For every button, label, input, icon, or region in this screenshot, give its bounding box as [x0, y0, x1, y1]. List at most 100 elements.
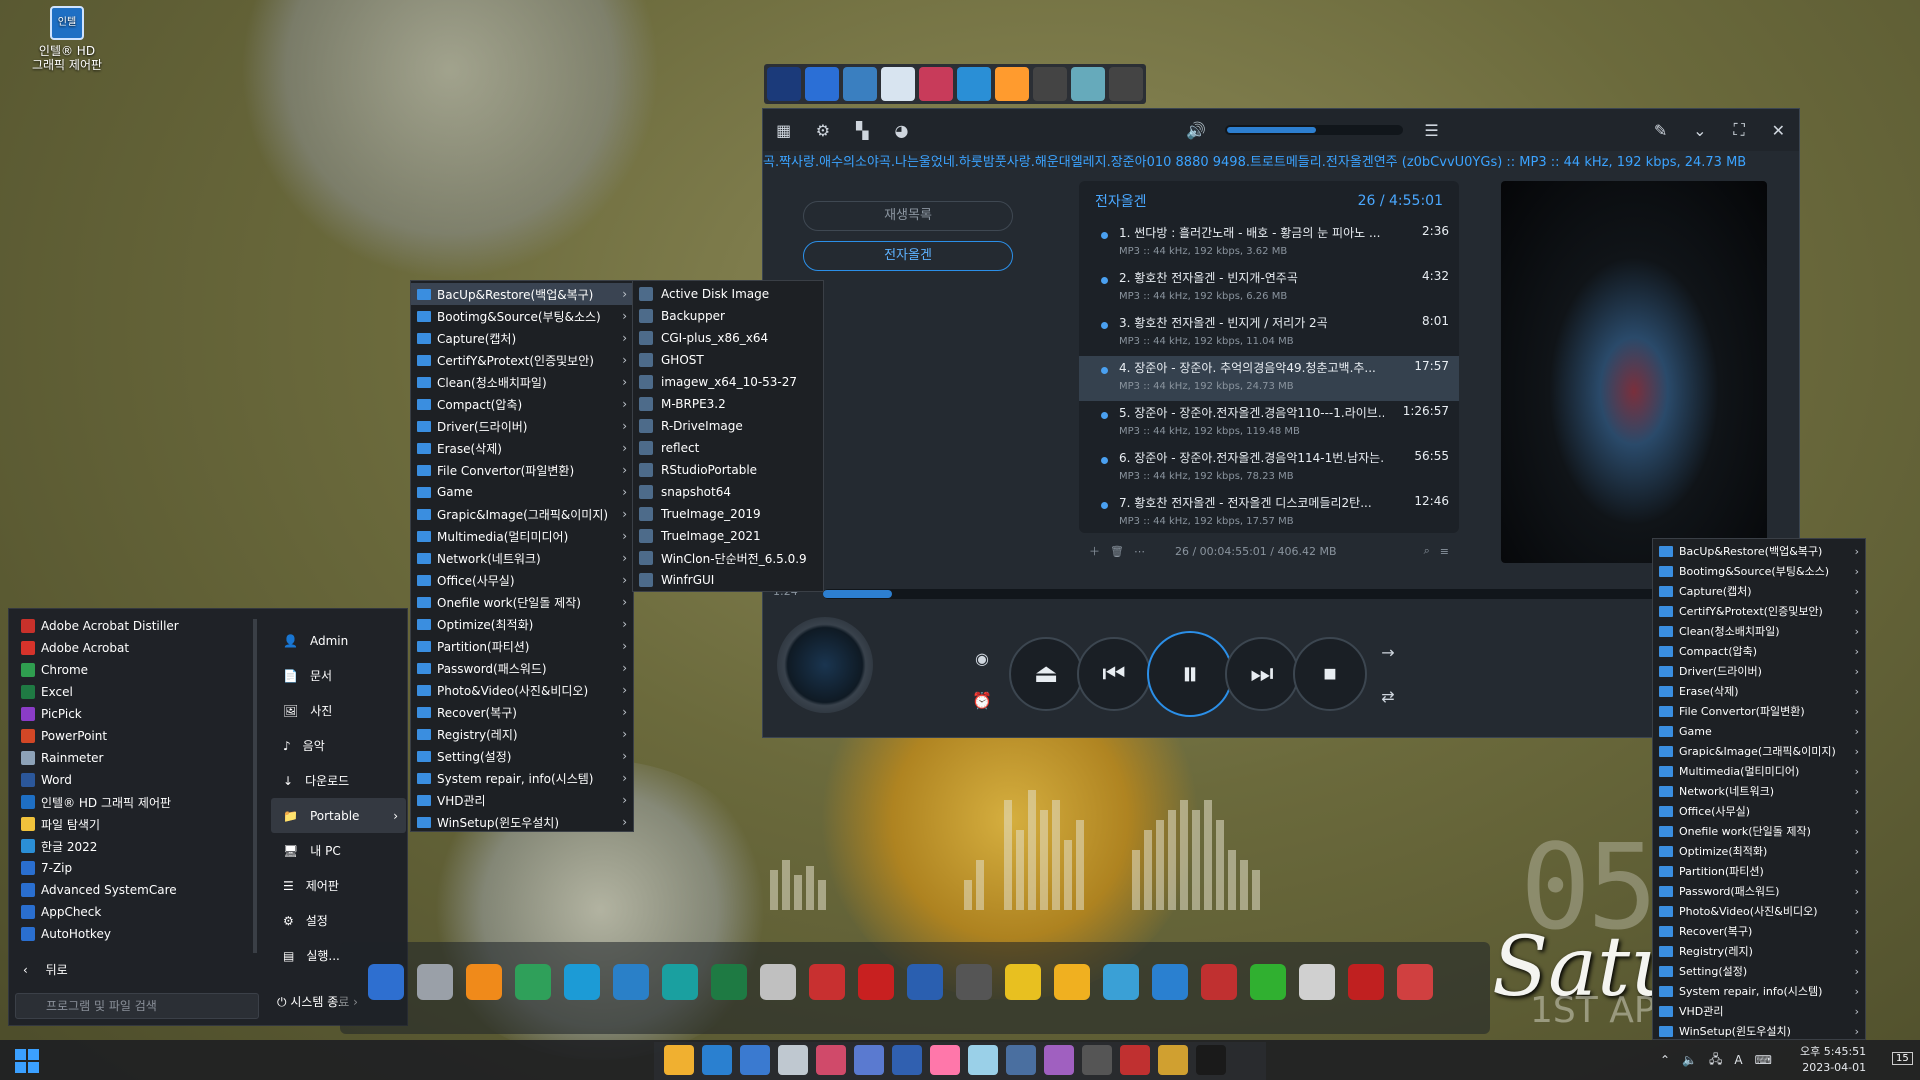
dock-app-icon[interactable] — [1397, 964, 1433, 1000]
start-app-item[interactable]: Adobe Acrobat Distiller — [15, 615, 255, 637]
quick-launch-icon[interactable] — [805, 67, 839, 101]
menu-item[interactable]: Grapic&Image(그래픽&이미지) › — [411, 503, 633, 525]
quick-launch-icon[interactable] — [767, 67, 801, 101]
menu-item[interactable]: Optimize(최적화) › — [411, 613, 633, 635]
menu-item[interactable]: Driver(드라이버) › — [1653, 661, 1865, 681]
quick-launch-icon[interactable] — [1033, 67, 1067, 101]
menu-item[interactable]: M-BRPE3.2 — [633, 393, 823, 415]
menu-item[interactable]: WinfrGUI — [633, 569, 823, 591]
playlist-tab-organ[interactable]: 전자올겐 — [803, 241, 1013, 271]
menu-item[interactable]: Backupper — [633, 305, 823, 327]
dock-app-icon[interactable] — [1348, 964, 1384, 1000]
taskbar-app-icon[interactable] — [1006, 1045, 1036, 1075]
alarm-icon[interactable]: ⏰ — [969, 687, 995, 713]
dock-app-icon[interactable] — [1201, 964, 1237, 1000]
fullscreen-icon[interactable]: ⛶ — [1728, 117, 1749, 143]
start-app-item[interactable]: 7-Zip — [15, 857, 255, 879]
dock-app-icon[interactable] — [515, 964, 551, 1000]
menu-item[interactable]: Photo&Video(사진&비디오) › — [1653, 901, 1865, 921]
menu-item[interactable]: R-DriveImage — [633, 415, 823, 437]
dock-app-icon[interactable] — [907, 964, 943, 1000]
volume-icon[interactable]: 🔊 — [1185, 117, 1206, 143]
start-button[interactable] — [14, 1048, 40, 1074]
more-icon[interactable]: ⋯ — [1134, 545, 1145, 558]
menu-item[interactable]: Setting(설정) › — [1653, 961, 1865, 981]
menu-item[interactable]: Multimedia(멀티미디어) › — [411, 525, 633, 547]
start-app-item[interactable]: Word — [15, 769, 255, 791]
taskbar-app-icon[interactable] — [1044, 1045, 1074, 1075]
menu-item[interactable]: RStudioPortable — [633, 459, 823, 481]
menu-item[interactable]: CGI-plus_x86_x64 — [633, 327, 823, 349]
dock-app-icon[interactable] — [1152, 964, 1188, 1000]
menu-item[interactable]: Compact(압축) › — [1653, 641, 1865, 661]
dock-app-icon[interactable] — [1005, 964, 1041, 1000]
taskbar-clock[interactable]: 오후 5:45:51 2023-04-01 — [1800, 1044, 1866, 1076]
menu-item[interactable]: Clean(청소배치파일) › — [411, 371, 633, 393]
quick-launch-icon[interactable] — [919, 67, 953, 101]
menu-item[interactable]: Game › — [411, 481, 633, 503]
dock-app-icon[interactable] — [417, 964, 453, 1000]
menu-item[interactable]: Erase(삭제) › — [411, 437, 633, 459]
layout-icon[interactable]: ▚ — [852, 117, 873, 143]
palette-icon[interactable]: ◕ — [891, 117, 912, 143]
menu-item[interactable]: VHD관리 › — [411, 789, 633, 811]
shuffle-icon[interactable]: ⇄ — [1375, 683, 1401, 709]
volume-slider[interactable] — [1224, 125, 1403, 135]
start-app-item[interactable]: Excel — [15, 681, 255, 703]
start-app-item[interactable]: AutoHotkey — [15, 923, 255, 945]
menu-item[interactable]: Registry(레지) › — [411, 723, 633, 745]
start-place-item[interactable]: 🖼 사진 — [271, 693, 406, 728]
quick-launch-icon[interactable] — [1109, 67, 1143, 101]
menu-item[interactable]: GHOST — [633, 349, 823, 371]
menu-item[interactable]: VHD관리 › — [1653, 1001, 1865, 1021]
menu-item[interactable]: Setting(설정) › — [411, 745, 633, 767]
speaker-icon[interactable]: 🔈 — [1682, 1053, 1697, 1067]
menu-item[interactable]: Driver(드라이버) › — [411, 415, 633, 437]
ime-icon[interactable]: A — [1734, 1053, 1742, 1067]
gear-icon[interactable]: ⚙ — [812, 117, 833, 143]
menu-item[interactable]: Capture(캡처) › — [1653, 581, 1865, 601]
menu-item[interactable]: Partition(파티션) › — [411, 635, 633, 657]
menu-item[interactable]: TrueImage_2021 — [633, 525, 823, 547]
dock-app-icon[interactable] — [466, 964, 502, 1000]
start-place-item[interactable]: ♪ 음악 — [271, 728, 406, 763]
menu-item[interactable]: BacUp&Restore(백업&복구) › — [1653, 541, 1865, 561]
menu-item[interactable]: Network(네트워크) › — [1653, 781, 1865, 801]
menu-item[interactable]: Office(사무실) › — [411, 569, 633, 591]
dock-app-icon[interactable] — [858, 964, 894, 1000]
menu-item[interactable]: Onefile work(단일돌 제작) › — [411, 591, 633, 613]
quick-launch-icon[interactable] — [881, 67, 915, 101]
menu-item[interactable]: File Convertor(파일변환) › — [1653, 701, 1865, 721]
pin-icon[interactable]: ✎ — [1650, 117, 1671, 143]
menu-item[interactable]: Photo&Video(사진&비디오) › — [411, 679, 633, 701]
taskbar-app-icon[interactable] — [664, 1045, 694, 1075]
menu-item[interactable]: WinSetup(윈도우설치) › — [411, 811, 633, 833]
start-app-item[interactable]: PicPick — [15, 703, 255, 725]
menu-item[interactable]: TrueImage_2019 — [633, 503, 823, 525]
playlist-track[interactable]: 7. 황호찬 전자올겐 - 전자올겐 디스코메들리2탄... 12:46 MP3 :… — [1079, 491, 1459, 533]
desktop-icon-intel-graphics[interactable]: 인텔 인텔® HD 그래픽 제어판 — [22, 6, 112, 72]
playlist-track[interactable]: 3. 황호찬 전자올겐 - 빈지게 / 저리가 2곡 8:01 MP3 :: 44 … — [1079, 311, 1459, 356]
menu-item[interactable]: Office(사무실) › — [1653, 801, 1865, 821]
start-app-item[interactable]: 한글 2022 — [15, 835, 255, 857]
start-app-item[interactable]: Rainmeter — [15, 747, 255, 769]
quick-launch-icon[interactable] — [843, 67, 877, 101]
sort-icon[interactable]: ≡ — [1440, 545, 1449, 558]
dock-app-icon[interactable] — [662, 964, 698, 1000]
notification-badge[interactable]: 15 — [1892, 1052, 1913, 1065]
delete-icon[interactable]: 🗑 — [1110, 545, 1124, 558]
menu-item[interactable]: CertifY&Protext(인증및보안) › — [411, 349, 633, 371]
grid-menu-icon[interactable]: ▦ — [773, 117, 794, 143]
menu-item[interactable]: File Convertor(파일변환) › — [411, 459, 633, 481]
menu-item[interactable]: Erase(삭제) › — [1653, 681, 1865, 701]
menu-item[interactable]: BacUp&Restore(백업&복구) › — [411, 283, 633, 305]
dock-app-icon[interactable] — [956, 964, 992, 1000]
start-place-item[interactable]: 👤 Admin — [271, 623, 406, 658]
menu-item[interactable]: Registry(레지) › — [1653, 941, 1865, 961]
menu-item[interactable]: Bootimg&Source(부팅&소스) › — [411, 305, 633, 327]
stop-button[interactable]: ⏹ — [1293, 637, 1367, 711]
chevron-down-icon[interactable]: ⌄ — [1689, 117, 1710, 143]
start-app-item[interactable]: Chrome — [15, 659, 255, 681]
close-icon[interactable]: ✕ — [1768, 117, 1789, 143]
start-app-item[interactable]: 파일 탐색기 — [15, 813, 255, 835]
